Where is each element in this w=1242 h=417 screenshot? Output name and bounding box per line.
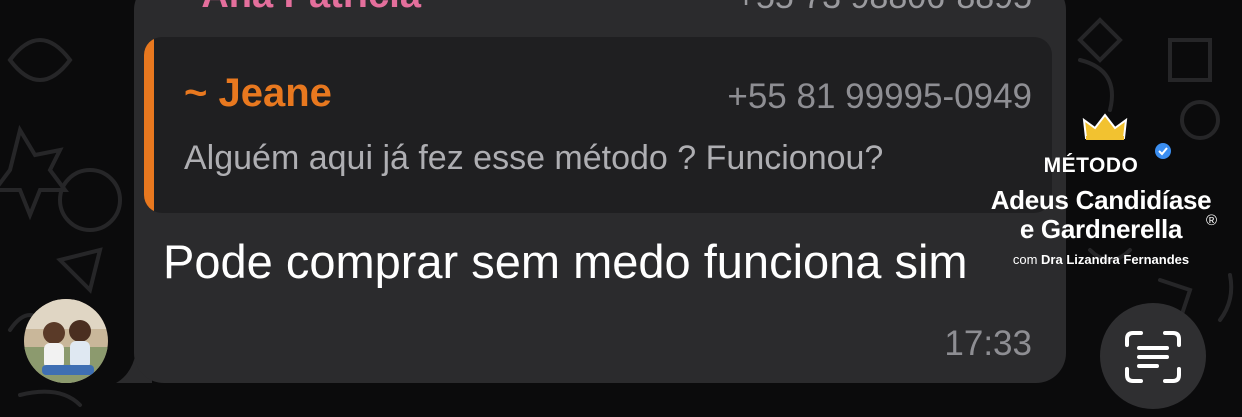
registered-mark: ® [1206,212,1218,229]
logo-subtitle: com Dra Lizandra Fernandes [960,252,1242,267]
brand-watermark-logo: MÉTODO Adeus Candidíase e Gardnerella ® … [960,112,1242,277]
quoted-sender-name: ~ Jeane [184,71,332,115]
logo-subtitle-prefix: com [1012,252,1042,267]
message-timestamp: 17:33 [944,324,1032,363]
avatar-photo [24,299,108,383]
logo-subtitle-name: Dra Lizandra Fernandes [1041,252,1190,267]
quote-accent-bar [144,37,154,213]
logo-kicker: MÉTODO [1043,154,1139,177]
previous-sender-phone: +55 73 98806-8895 [736,0,1032,17]
sender-avatar[interactable] [24,299,108,383]
previous-sender-name: ~ Ana Patrícia [170,0,421,17]
verified-check-icon [1155,143,1171,159]
quoted-message-text: Alguém aqui já fez esse método ? Funcion… [184,139,884,177]
logo-title-line-2: e Gardnerella [1019,214,1183,244]
crown-icon [1082,113,1128,140]
text-scan-button[interactable] [1100,303,1206,409]
logo-title-line-1: Adeus Candidíase [990,185,1212,215]
text-scan-icon [1125,331,1181,383]
message-text: Pode comprar sem medo funciona sim [163,235,968,288]
quoted-sender-phone: +55 81 99995-0949 [727,77,1032,116]
logo-title: Adeus Candidíase e Gardnerella [960,186,1242,244]
quoted-message[interactable]: ~ Jeane +55 81 99995-0949 Alguém aqui já… [144,37,1052,213]
